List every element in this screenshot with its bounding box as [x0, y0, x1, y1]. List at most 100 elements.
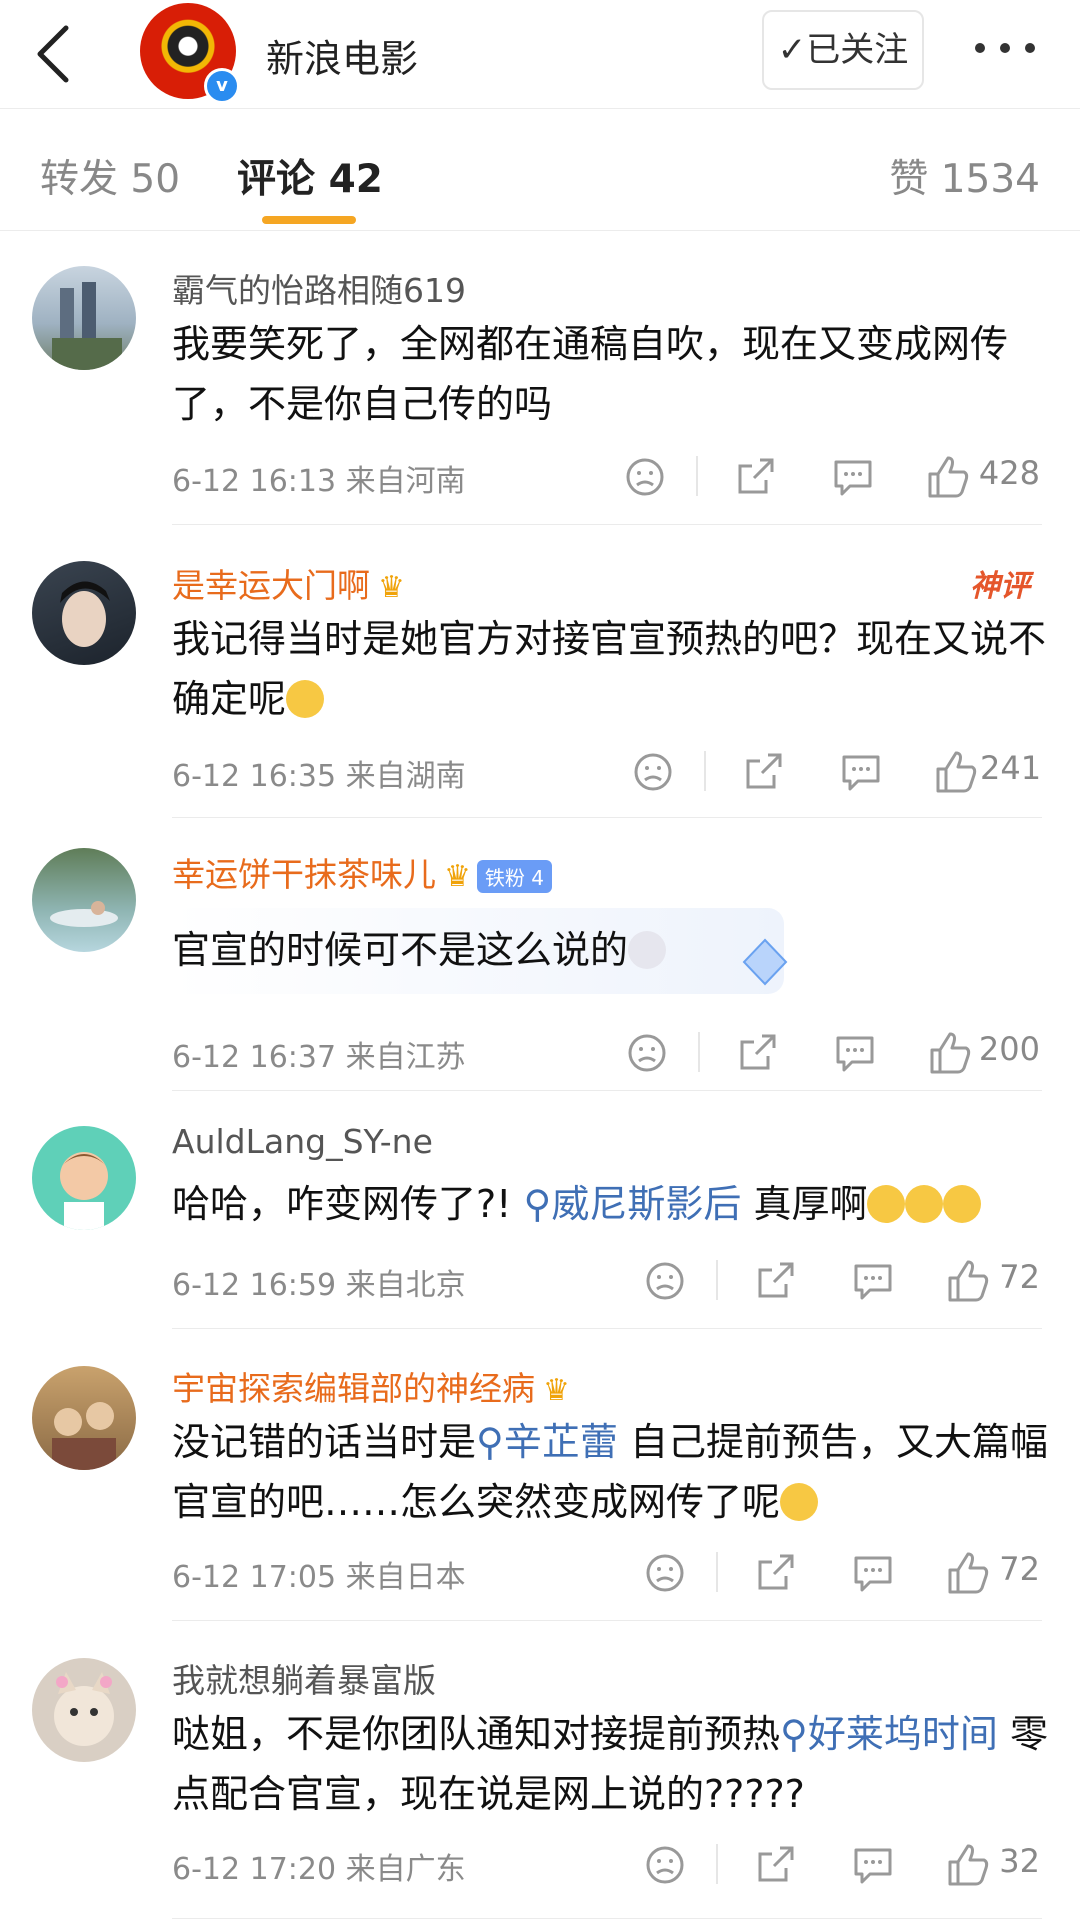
reply-icon[interactable] — [848, 1840, 898, 1890]
dog-emoji-icon — [628, 931, 667, 969]
like-count: 72 — [999, 1258, 1040, 1296]
like-icon[interactable] — [942, 1548, 992, 1598]
comment-meta: 6-12 16:35 来自湖南 — [172, 759, 466, 794]
like-count: 72 — [999, 1550, 1040, 1588]
username[interactable]: 我就想躺着暴富版 — [172, 1654, 436, 1702]
like-count: 241 — [980, 749, 1042, 787]
divider — [172, 1328, 1042, 1329]
share-icon[interactable] — [750, 1840, 800, 1890]
like-count: 32 — [999, 1842, 1040, 1880]
comment-text-part: 真厚啊 — [741, 1182, 868, 1226]
like-icon[interactable] — [942, 1256, 992, 1306]
divider — [172, 817, 1042, 818]
comment-actions: 72 — [640, 1548, 1040, 1598]
dislike-icon[interactable] — [628, 747, 678, 797]
more-icon[interactable] — [970, 28, 1040, 68]
user-avatar[interactable] — [32, 848, 136, 952]
username[interactable]: AuldLang_SY-ne — [172, 1122, 433, 1161]
topic-text[interactable]: 好莱坞时间 — [808, 1712, 998, 1756]
follow-button[interactable]: ✓已关注 — [762, 10, 924, 90]
comment-text: 官宣的时候可不是这么说的 — [172, 920, 1052, 980]
comment-meta: 6-12 16:59 来自北京 — [172, 1268, 466, 1303]
crown-icon: ♛ — [444, 859, 471, 894]
shocked-emoji-icon — [286, 680, 325, 718]
topic-link[interactable]: ⚲好莱坞时间 — [780, 1712, 998, 1756]
username-text[interactable]: 宇宙探索编辑部的神经病 — [172, 1369, 535, 1408]
shenping-badge: 神评 — [970, 569, 1030, 604]
divider — [172, 1620, 1042, 1621]
topic-link[interactable]: ⚲辛芷蕾 — [476, 1420, 618, 1464]
like-icon[interactable] — [930, 747, 980, 797]
laugh-emoji-icon — [905, 1185, 944, 1223]
share-icon[interactable] — [738, 747, 788, 797]
separator — [698, 1032, 700, 1072]
reply-icon[interactable] — [830, 1028, 880, 1078]
share-icon[interactable] — [730, 452, 780, 502]
laugh-emoji-icon — [867, 1185, 906, 1223]
topic-link[interactable]: ⚲威尼斯影后 — [524, 1182, 742, 1226]
crown-icon: ♛ — [378, 570, 405, 605]
dislike-icon[interactable] — [640, 1256, 690, 1306]
verified-icon: v — [204, 68, 240, 104]
shrug-emoji-icon — [780, 1483, 819, 1521]
comment-actions: 428 — [620, 452, 1040, 502]
topic-text[interactable]: 威尼斯影后 — [551, 1182, 741, 1226]
separator — [716, 1260, 718, 1300]
separator — [716, 1844, 718, 1884]
comment-actions: 241 — [628, 747, 1042, 797]
divider — [172, 1090, 1042, 1091]
account-name[interactable]: 新浪电影 — [266, 28, 418, 83]
like-icon[interactable] — [942, 1840, 992, 1890]
comment-meta: 6-12 16:37 来自江苏 — [172, 1040, 466, 1075]
reply-icon[interactable] — [848, 1548, 898, 1598]
share-icon[interactable] — [750, 1256, 800, 1306]
tab-likes[interactable]: 赞 1534 — [889, 148, 1040, 204]
user-avatar[interactable] — [32, 1658, 136, 1762]
comment-text-body: 官宣的时候可不是这么说的 — [172, 928, 629, 972]
divider — [172, 1918, 1042, 1919]
like-icon[interactable] — [924, 1028, 974, 1078]
username[interactable]: 是幸运大门啊 ♛ — [172, 559, 405, 607]
crown-icon: ♛ — [543, 1373, 570, 1408]
comment-meta: 6-12 16:13 来自河南 — [172, 464, 466, 499]
divider — [172, 524, 1042, 525]
user-avatar[interactable] — [32, 1126, 136, 1230]
dislike-icon[interactable] — [640, 1840, 690, 1890]
tab-comments[interactable]: 评论 42 — [237, 148, 383, 204]
comment-text: 我记得当时是她官方对接官宣预热的吧？现在又说不确定呢 — [172, 609, 1052, 729]
like-icon[interactable] — [922, 452, 972, 502]
comment-text-part: 没记错的话当时是 — [172, 1420, 477, 1464]
comment-text: 哒姐，不是你团队通知对接提前预热⚲好莱坞时间 零点配合官宣，现在说是网上说的??… — [172, 1704, 1052, 1824]
comment-text-part: 哒姐，不是你团队通知对接提前预热 — [172, 1712, 781, 1756]
comment-text-part: 哈哈，咋变网传了?! — [172, 1182, 512, 1226]
user-avatar[interactable] — [32, 1366, 136, 1470]
user-avatar[interactable] — [32, 266, 136, 370]
topic-text[interactable]: 辛芷蕾 — [504, 1420, 618, 1464]
share-icon[interactable] — [732, 1028, 782, 1078]
dislike-icon[interactable] — [640, 1548, 690, 1598]
username-text[interactable]: 幸运饼干抹茶味儿 — [172, 855, 436, 894]
username[interactable]: 霸气的怡路相随619 — [172, 264, 466, 312]
tab-repost[interactable]: 转发 50 — [40, 148, 180, 204]
reply-icon[interactable] — [836, 747, 886, 797]
back-arrow-icon[interactable] — [30, 22, 80, 86]
reply-icon[interactable] — [828, 452, 878, 502]
username[interactable]: 宇宙探索编辑部的神经病 ♛ — [172, 1362, 570, 1410]
active-tab-indicator — [262, 216, 356, 224]
dislike-icon[interactable] — [620, 452, 670, 502]
comment-meta: 6-12 17:20 来自广东 — [172, 1852, 466, 1887]
separator — [716, 1552, 718, 1592]
separator — [696, 456, 698, 496]
user-avatar[interactable] — [32, 561, 136, 665]
dislike-icon[interactable] — [622, 1028, 672, 1078]
separator — [704, 751, 706, 791]
comment-text: 哈哈，咋变网传了?! ⚲威尼斯影后 真厚啊 — [172, 1174, 1052, 1234]
reply-icon[interactable] — [848, 1256, 898, 1306]
username-text[interactable]: 是幸运大门啊 — [172, 566, 370, 605]
laugh-emoji-icon — [943, 1185, 982, 1223]
like-count: 200 — [978, 1030, 1040, 1068]
share-icon[interactable] — [750, 1548, 800, 1598]
top-bar: v 新浪电影 ✓已关注 — [0, 0, 1080, 109]
username[interactable]: 幸运饼干抹茶味儿 ♛ 铁粉 4 — [172, 848, 552, 896]
comment-meta: 6-12 17:05 来自日本 — [172, 1560, 466, 1595]
